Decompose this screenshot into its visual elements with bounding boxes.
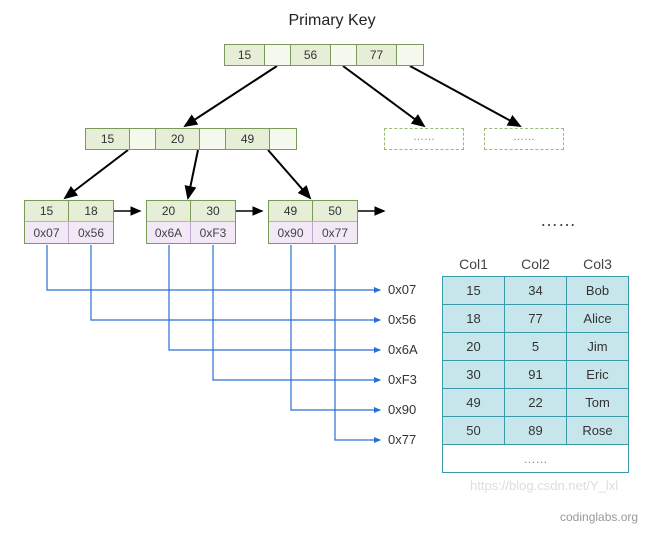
pointer-label: 0x90	[388, 402, 416, 417]
root-key: 15	[225, 45, 265, 65]
table-header: Col1	[443, 252, 505, 277]
ghost-node: ……	[484, 128, 564, 150]
leaf-node: 15 18 0x07 0x56	[24, 200, 114, 244]
table-cell: 91	[505, 361, 567, 389]
table-cell: 20	[443, 333, 505, 361]
internal-key: 20	[156, 129, 200, 149]
root-node: 15 56 77	[224, 44, 424, 66]
leaf-key: 18	[69, 201, 113, 221]
table-row: 15 34 Bob	[443, 277, 629, 305]
table-row: 50 89 Rose	[443, 417, 629, 445]
table-cell: 30	[443, 361, 505, 389]
table-row: 20 5 Jim	[443, 333, 629, 361]
table-row: 18 77 Alice	[443, 305, 629, 333]
table-cell: Tom	[567, 389, 629, 417]
table-cell: 15	[443, 277, 505, 305]
table-header: Col3	[567, 252, 629, 277]
pointer-label: 0xF3	[388, 372, 417, 387]
leaf-node: 20 30 0x6A 0xF3	[146, 200, 236, 244]
internal-ptr	[200, 129, 226, 149]
table-cell: 89	[505, 417, 567, 445]
table-cell: 77	[505, 305, 567, 333]
diagram-title: Primary Key	[0, 12, 664, 30]
leaf-key: 15	[25, 201, 69, 221]
internal-node: 15 20 49	[85, 128, 297, 150]
root-ptr	[397, 45, 423, 65]
root-ptr	[265, 45, 291, 65]
internal-ptr	[130, 129, 156, 149]
pointer-label: 0x77	[388, 432, 416, 447]
pointer-label: 0x56	[388, 312, 416, 327]
leaf-ptr: 0x77	[313, 221, 357, 243]
table-cell: Jim	[567, 333, 629, 361]
table-cell: 49	[443, 389, 505, 417]
table-row: 49 22 Tom	[443, 389, 629, 417]
table-cell: Rose	[567, 417, 629, 445]
table-cell: 22	[505, 389, 567, 417]
table-row-last: ……	[443, 445, 629, 473]
internal-key: 15	[86, 129, 130, 149]
table-cell: 18	[443, 305, 505, 333]
table-cell: Bob	[567, 277, 629, 305]
leaf-key: 49	[269, 201, 313, 221]
leaf-key: 20	[147, 201, 191, 221]
watermark-text: https://blog.csdn.net/Y_lxl	[470, 478, 618, 493]
pointer-label: 0x07	[388, 282, 416, 297]
ghost-node: ……	[384, 128, 464, 150]
leaf-ptr: 0x6A	[147, 221, 191, 243]
table-cell: 5	[505, 333, 567, 361]
leaf-ptr: 0x90	[269, 221, 313, 243]
table-cell: Eric	[567, 361, 629, 389]
leaf-ptr: 0x56	[69, 221, 113, 243]
leaf-key: 30	[191, 201, 235, 221]
root-ptr	[331, 45, 357, 65]
leaf-key: 50	[313, 201, 357, 221]
table-row: 30 91 Eric	[443, 361, 629, 389]
table-cell: Alice	[567, 305, 629, 333]
table-ellipsis: ……	[443, 445, 629, 473]
table-cell: 50	[443, 417, 505, 445]
leaf-ptr: 0xF3	[191, 221, 235, 243]
leaf-node: 49 50 0x90 0x77	[268, 200, 358, 244]
data-table: Col1 Col2 Col3 15 34 Bob 18 77 Alice 20 …	[442, 252, 629, 473]
leaf-ellipsis: ……	[540, 210, 576, 231]
credit-text: codinglabs.org	[560, 510, 638, 524]
internal-ptr	[270, 129, 296, 149]
root-key: 77	[357, 45, 397, 65]
table-cell: 34	[505, 277, 567, 305]
pointer-label: 0x6A	[388, 342, 418, 357]
table-header: Col2	[505, 252, 567, 277]
root-key: 56	[291, 45, 331, 65]
internal-key: 49	[226, 129, 270, 149]
leaf-ptr: 0x07	[25, 221, 69, 243]
